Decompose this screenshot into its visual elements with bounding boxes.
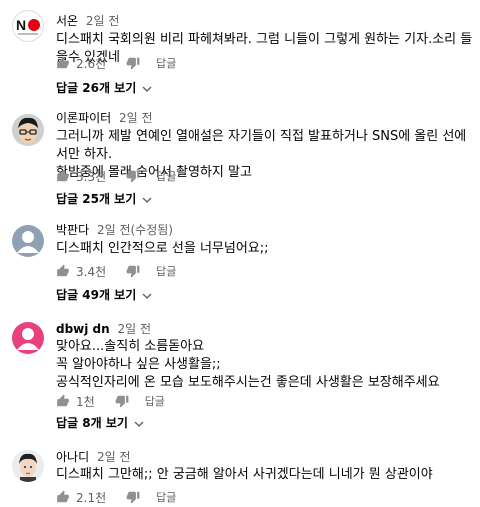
dislike-icon[interactable]: [126, 490, 140, 504]
timestamp[interactable]: 2일 전: [119, 111, 153, 125]
like-icon[interactable]: [56, 264, 70, 278]
timestamp[interactable]: 2일 전(수정됨): [97, 223, 173, 237]
author-name[interactable]: dbwj dn: [56, 322, 110, 336]
timestamp[interactable]: 2일 전: [86, 14, 120, 28]
comment: 박판다 2일 전(수정됨) 디스패치 인간적으로 선을 너무넘어요;; 3.4천…: [0, 213, 480, 308]
like-icon[interactable]: [56, 56, 70, 70]
like-icon[interactable]: [56, 394, 70, 408]
reply-button[interactable]: 답글: [156, 263, 176, 279]
svg-text:N: N: [16, 17, 26, 33]
comment-header: 이론파이터 2일 전: [56, 111, 153, 125]
comment: dbwj dn 2일 전 맞아요...솔직히 소름돋아요 꼭 알아야하나 싶은 …: [0, 310, 480, 438]
like-count: 1천: [76, 394, 95, 409]
reply-button[interactable]: 답글: [156, 168, 176, 184]
comment: 이론파이터 2일 전 그러니까 제발 연예인 열애설은 자기들이 직접 발표하거…: [0, 100, 480, 210]
like-icon[interactable]: [56, 169, 70, 183]
avatar[interactable]: [12, 114, 44, 146]
chevron-down-icon: [142, 192, 152, 206]
default-user-icon: [17, 231, 39, 253]
like-count: 2.1천: [76, 490, 107, 505]
comment-actions: 3.3천 답글: [56, 166, 176, 186]
comment-text: 디스패치 인간적으로 선을 너무넘어요;;: [56, 241, 269, 256]
timestamp[interactable]: 2일 전: [97, 450, 131, 464]
dislike-icon[interactable]: [126, 56, 140, 70]
chevron-down-icon: [142, 81, 152, 95]
reply-button[interactable]: 답글: [156, 489, 176, 505]
author-name[interactable]: 아나디: [56, 450, 89, 464]
comment: N 서온 2일 전 디스패치 국회의원 비리 파헤쳐봐라. 그럼 니들이 그렇게…: [0, 0, 480, 96]
timestamp[interactable]: 2일 전: [118, 322, 152, 336]
cartoon-face-icon: [12, 114, 44, 146]
avatar[interactable]: [12, 225, 44, 257]
reply-button[interactable]: 답글: [156, 55, 176, 71]
view-replies-button[interactable]: 답글 26개 보기: [56, 79, 152, 96]
dislike-icon[interactable]: [126, 169, 140, 183]
view-replies-label: 답글 26개 보기: [56, 81, 137, 95]
no-logo-icon: N: [16, 17, 40, 35]
chevron-down-icon: [142, 288, 152, 302]
avatar[interactable]: [12, 450, 44, 482]
avatar[interactable]: N: [12, 10, 44, 42]
comment-header: 서온 2일 전: [56, 14, 119, 28]
author-name[interactable]: 이론파이터: [56, 111, 111, 125]
like-icon[interactable]: [56, 490, 70, 504]
author-name[interactable]: 서온: [56, 14, 78, 28]
comment-header: dbwj dn 2일 전: [56, 322, 151, 336]
chevron-down-icon: [134, 416, 144, 430]
comment-header: 박판다 2일 전(수정됨): [56, 223, 173, 237]
dislike-icon[interactable]: [126, 264, 140, 278]
dislike-icon[interactable]: [115, 394, 129, 408]
default-user-icon: [17, 328, 39, 350]
view-replies-label: 답글 49개 보기: [56, 288, 137, 302]
comment-text: 맞아요...솔직히 소름돋아요 꼭 알아야하나 싶은 사생활을;; 공식적인자리…: [56, 339, 440, 390]
comment-actions: 2.1천 답글: [56, 487, 176, 507]
reply-button[interactable]: 답글: [145, 393, 165, 409]
author-name[interactable]: 박판다: [56, 223, 89, 237]
view-replies-button[interactable]: 답글 25개 보기: [56, 190, 152, 207]
view-replies-label: 답글 25개 보기: [56, 192, 137, 206]
comment-actions: 2.6천 답글: [56, 53, 176, 73]
like-count: 2.6천: [76, 56, 107, 71]
view-replies-label: 답글 8개 보기: [56, 416, 128, 430]
avatar[interactable]: [12, 322, 44, 354]
view-replies-button[interactable]: 답글 49개 보기: [56, 286, 152, 303]
view-replies-button[interactable]: 답글 8개 보기: [56, 414, 144, 431]
comment-actions: 3.4천 답글: [56, 261, 176, 281]
like-count: 3.4천: [76, 264, 107, 279]
like-count: 3.3천: [76, 169, 107, 184]
person-photo-icon: [12, 450, 44, 482]
comment-actions: 1천 답글: [56, 391, 165, 411]
comment: 아나디 2일 전 디스패치 그만해;; 안 궁금해 알아서 사귀겠다는데 니네가…: [0, 440, 480, 506]
comment-text: 디스패치 그만해;; 안 궁금해 알아서 사귀겠다는데 니네가 뭔 상관이야: [56, 467, 433, 482]
comment-header: 아나디 2일 전: [56, 450, 130, 464]
